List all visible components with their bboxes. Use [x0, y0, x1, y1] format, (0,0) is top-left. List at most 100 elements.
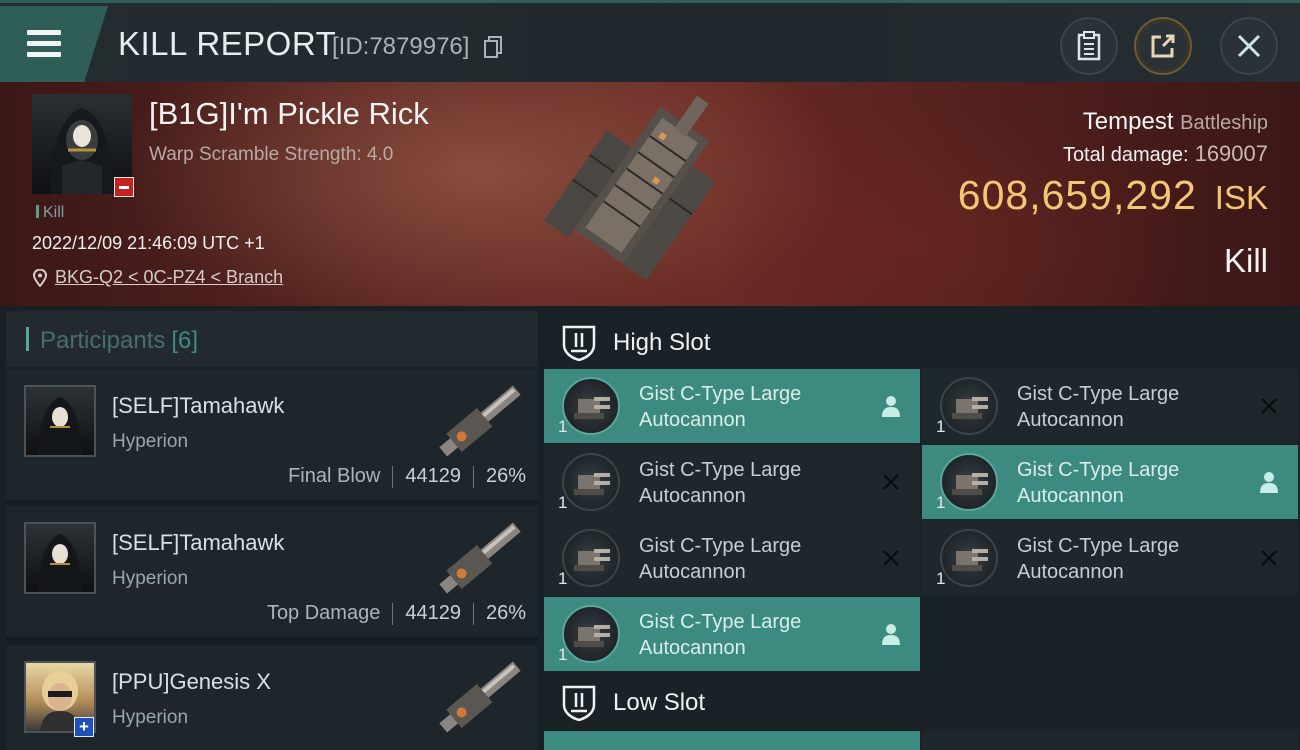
low-slot-label: Low Slot	[613, 689, 706, 716]
avatar	[24, 385, 96, 457]
participant-ship: Hyperion	[112, 568, 189, 589]
location-link[interactable]: BKG-Q2 < 0C-PZ4 < Branch	[55, 267, 283, 288]
victim-name[interactable]: [B1G]I'm Pickle Rick	[149, 96, 429, 132]
total-damage: Total damage: 169007	[1063, 141, 1268, 167]
ship-image	[543, 95, 716, 280]
clipboard-button[interactable]	[1060, 17, 1118, 75]
module-name: Gist C-Type Large Autocannon	[639, 459, 802, 507]
module-item[interactable]: 1 Gist C-Type Large Autocannon	[544, 521, 920, 595]
participant-damage: 44129	[405, 465, 461, 487]
isk-value: 608,659,292 ISK	[958, 172, 1268, 219]
module-quantity: 1	[936, 569, 946, 588]
ship-class: Battleship	[1180, 112, 1268, 134]
ship-name: Tempest	[1082, 108, 1174, 135]
isk-amount: 608,659,292	[957, 172, 1197, 218]
pilot-portrait-icon	[38, 397, 82, 455]
kill-location[interactable]: BKG-Q2 < 0C-PZ4 < Branch	[33, 267, 283, 288]
final-blow-tag: Final Blow	[288, 465, 381, 487]
top-damage-tag: Top Damage	[266, 602, 381, 624]
weapon-icon	[439, 385, 521, 457]
module-item[interactable]: 1 Gist C-Type Large Autocannon	[922, 369, 1298, 443]
participant-damage: 44129	[405, 602, 461, 624]
destroyed-icon	[878, 545, 904, 571]
participant-row[interactable]: [SELF]Tamahawk Hyperion Top Damage 44129…	[6, 506, 538, 640]
weapon-icon	[439, 661, 521, 733]
low-slot-header: Low Slot	[544, 673, 1300, 729]
pilot-icon	[878, 621, 904, 647]
pilot-icon	[1256, 469, 1282, 495]
participant-name: [PPU]Genesis X	[112, 669, 271, 694]
module-item[interactable]	[544, 731, 920, 750]
module-item[interactable]: 1 Gist C-Type Large Autocannon	[922, 521, 1298, 595]
low-slot-icon	[562, 685, 596, 721]
victim-ship[interactable]: Tempest Battleship	[1083, 108, 1268, 136]
participant-row[interactable]: [SELF]Tamahawk Hyperion Final Blow 44129…	[6, 369, 538, 503]
pilot-icon	[878, 393, 904, 419]
participant-stats: Top Damage 44129 26%	[267, 602, 526, 625]
participants-panel: Participants [6] [SELF]Tamahawk Hyperion …	[6, 311, 538, 750]
module-name: Gist C-Type Large Autocannon	[639, 535, 802, 583]
copy-icon[interactable]	[484, 36, 502, 58]
module-name: Gist C-Type Large Autocannon	[1017, 383, 1180, 431]
pilot-portrait-icon	[38, 534, 82, 592]
module-name: Gist C-Type Large Autocannon	[1017, 459, 1180, 507]
module-name: Gist C-Type Large Autocannon	[639, 383, 802, 431]
kill-datetime: 2022/12/09 21:46:09 UTC +1	[32, 233, 265, 253]
fitting-panel: High Slot 1 Gist C-Type Large Autocannon …	[544, 311, 1300, 750]
total-damage-label: Total damage:	[1062, 144, 1189, 166]
autocannon-icon	[562, 605, 620, 663]
module-quantity: 1	[558, 645, 568, 664]
participants-header: Participants [6]	[6, 311, 538, 367]
destroyed-icon	[878, 469, 904, 495]
clipboard-icon	[1077, 31, 1101, 61]
module-item[interactable]: 1 Gist C-Type Large Autocannon	[544, 597, 920, 671]
close-button[interactable]	[1220, 17, 1278, 75]
autocannon-icon	[940, 453, 998, 511]
security-status-badge: +	[74, 717, 94, 737]
autocannon-icon	[562, 529, 620, 587]
high-slot-header: High Slot	[544, 313, 1300, 369]
participant-ship: Hyperion	[112, 707, 189, 728]
isk-unit: ISK	[1214, 179, 1268, 216]
destroyed-icon	[1256, 393, 1282, 419]
module-item[interactable]: 1 Gist C-Type Large Autocannon	[922, 445, 1298, 519]
high-slot-icon	[562, 325, 596, 361]
participant-percent: 26%	[485, 465, 526, 487]
share-button[interactable]	[1134, 17, 1192, 75]
participant-stats: Final Blow 44129 26%	[288, 465, 526, 488]
high-slot-label: High Slot	[613, 329, 711, 356]
autocannon-icon	[562, 377, 620, 435]
module-item[interactable]: 1 Gist C-Type Large Autocannon	[544, 445, 920, 519]
kill-result: Kill	[1223, 242, 1268, 279]
module-item[interactable]	[922, 731, 1298, 750]
report-id: [ID:7879976]	[332, 33, 470, 60]
victim-banner: [B1G]I'm Pickle Rick Warp Scramble Stren…	[0, 82, 1300, 306]
close-icon	[1237, 34, 1261, 58]
module-quantity: 1	[558, 493, 568, 512]
module-quantity: 1	[558, 569, 568, 588]
share-icon	[1151, 34, 1175, 58]
participant-percent: 26%	[485, 602, 526, 624]
menu-button[interactable]	[0, 6, 108, 82]
page-title: KILL REPORT	[118, 25, 337, 62]
participants-label: Participants	[40, 327, 166, 354]
location-pin-icon	[33, 268, 47, 287]
autocannon-icon	[940, 377, 998, 435]
participant-name: [SELF]Tamahawk	[112, 393, 285, 418]
menu-icon	[27, 30, 61, 35]
autocannon-icon	[562, 453, 620, 511]
avatar	[24, 522, 96, 594]
module-item[interactable]: 1 Gist C-Type Large Autocannon	[544, 369, 920, 443]
module-name: Gist C-Type Large Autocannon	[639, 611, 802, 659]
module-quantity: 1	[936, 493, 946, 512]
security-status-badge	[114, 177, 134, 197]
autocannon-icon	[940, 529, 998, 587]
warp-scramble-strength: Warp Scramble Strength: 4.0	[149, 144, 394, 165]
participant-row[interactable]: + [PPU]Genesis X Hyperion	[6, 645, 538, 750]
module-name: Gist C-Type Large Autocannon	[1017, 535, 1180, 583]
participant-ship: Hyperion	[112, 431, 189, 452]
participants-count: [6]	[171, 327, 199, 354]
destroyed-icon	[1256, 545, 1282, 571]
module-quantity: 1	[936, 417, 946, 436]
weapon-icon	[439, 522, 521, 594]
